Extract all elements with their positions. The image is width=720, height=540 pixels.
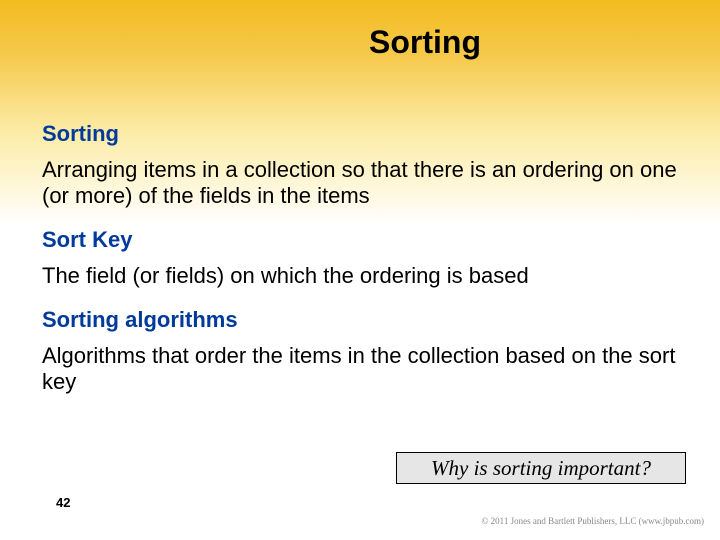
slide-title: Sorting (0, 0, 720, 61)
term-sorting: Sorting (42, 121, 682, 147)
copyright-text: © 2011 Jones and Bartlett Publishers, LL… (482, 516, 704, 526)
callout-box: Why is sorting important? (396, 452, 686, 484)
term-sorting-algorithms: Sorting algorithms (42, 307, 682, 333)
def-sorting-algorithms: Algorithms that order the items in the c… (42, 343, 682, 395)
slide-body: Sorting Arranging items in a collection … (0, 61, 720, 395)
def-sorting: Arranging items in a collection so that … (42, 157, 682, 209)
page-number: 42 (56, 495, 70, 510)
def-sort-key: The field (or fields) on which the order… (42, 263, 682, 289)
term-sort-key: Sort Key (42, 227, 682, 253)
callout-text: Why is sorting important? (431, 456, 651, 481)
